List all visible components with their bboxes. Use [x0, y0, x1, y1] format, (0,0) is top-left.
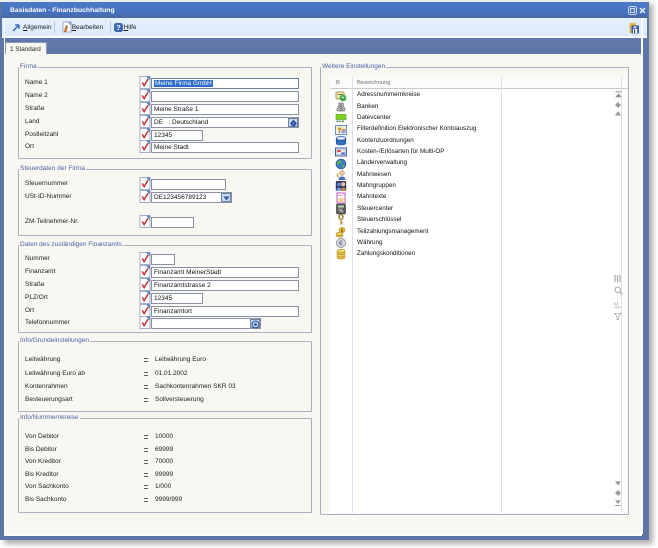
svg-text:€: € — [339, 240, 343, 247]
svg-text:§: § — [339, 105, 343, 112]
svg-text:?: ? — [116, 23, 120, 32]
